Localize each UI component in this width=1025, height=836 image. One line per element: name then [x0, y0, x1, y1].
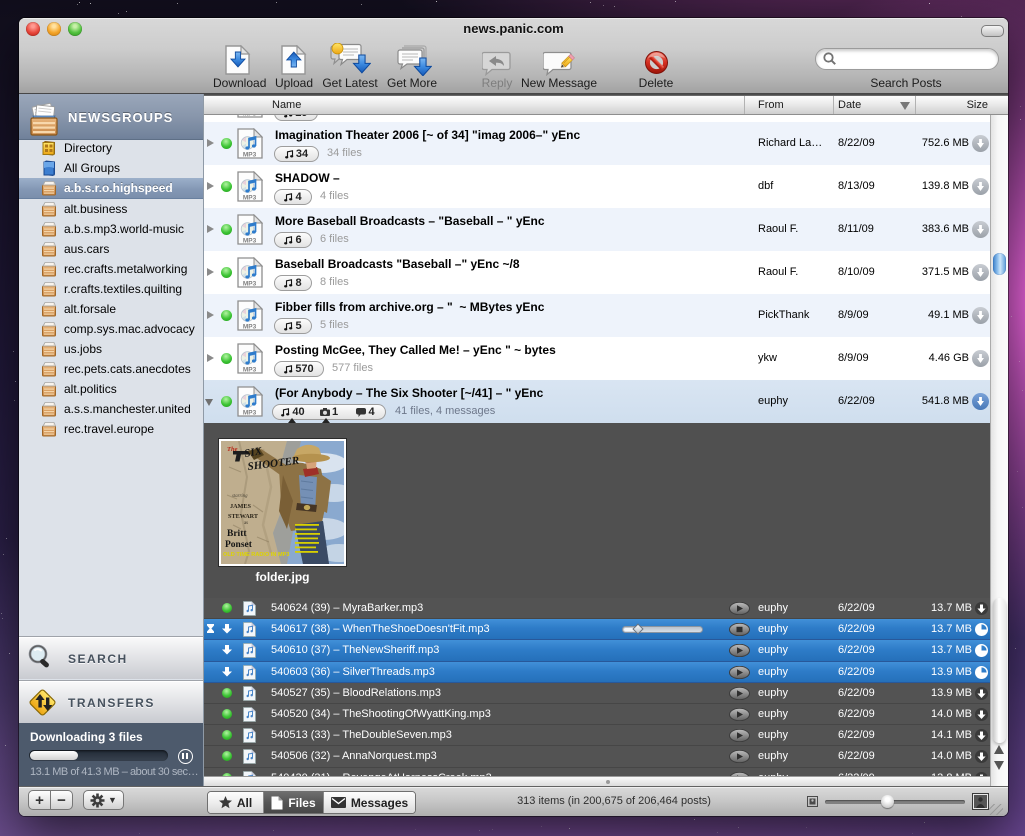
svg-text:Britt: Britt	[227, 529, 247, 539]
svg-text:Ponset: Ponset	[225, 540, 253, 550]
svg-text:The: The	[227, 446, 238, 453]
svg-text:STEWART: STEWART	[228, 513, 259, 520]
svg-text:starring: starring	[232, 494, 248, 499]
svg-text:as: as	[244, 521, 248, 526]
svg-text:OLD TIME RADIO IN MP3: OLD TIME RADIO IN MP3	[223, 552, 290, 558]
svg-text:JAMES: JAMES	[230, 503, 252, 510]
